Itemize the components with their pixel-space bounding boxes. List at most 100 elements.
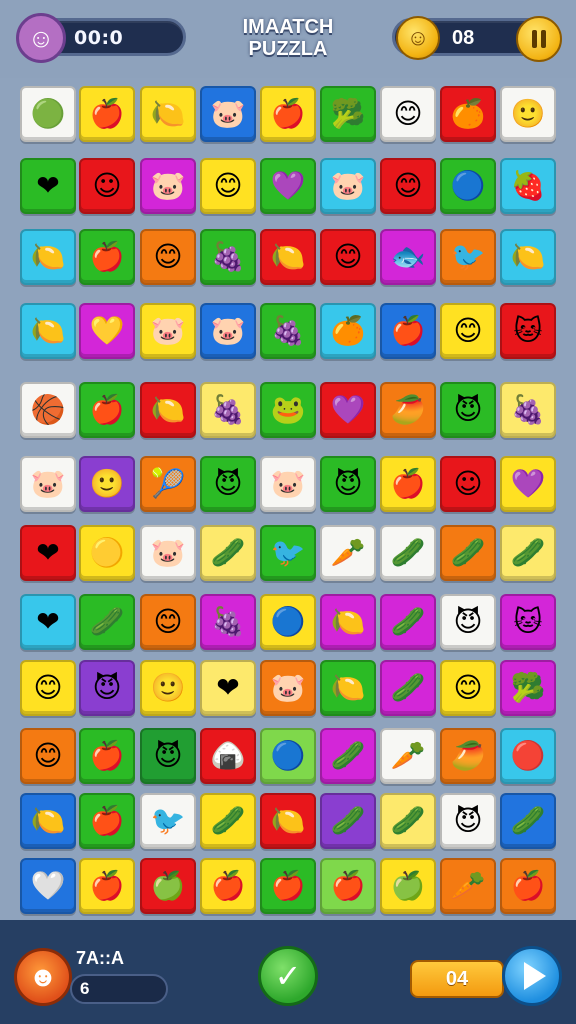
tile-r6-c5[interactable]: 🐷 bbox=[260, 456, 316, 512]
moves-counter[interactable]: 04 bbox=[410, 960, 504, 998]
tile-r4-c3[interactable]: 🐷 bbox=[140, 303, 196, 359]
tile-r7-c2[interactable]: 🟡 bbox=[79, 525, 135, 581]
tile-r5-c7[interactable]: 🥭 bbox=[380, 382, 436, 438]
tile-r3-c5[interactable]: 🍋 bbox=[260, 229, 316, 285]
tile-r2-c6[interactable]: 🐷 bbox=[320, 158, 376, 214]
tile-r2-c7[interactable]: 😊 bbox=[380, 158, 436, 214]
tile-r10-c3[interactable]: 😈 bbox=[140, 728, 196, 784]
tile-r8-c3[interactable]: 😊 bbox=[140, 594, 196, 650]
tile-r4-c2[interactable]: 💛 bbox=[79, 303, 135, 359]
tile-r1-c4[interactable]: 🐷 bbox=[200, 86, 256, 142]
tile-r12-c1[interactable]: 🤍 bbox=[20, 858, 76, 914]
tile-r10-c8[interactable]: 🥭 bbox=[440, 728, 496, 784]
tile-r5-c2[interactable]: 🍎 bbox=[79, 382, 135, 438]
tile-r12-c9[interactable]: 🍎 bbox=[500, 858, 556, 914]
tile-r12-c6[interactable]: 🍎 bbox=[320, 858, 376, 914]
tile-r4-c7[interactable]: 🍎 bbox=[380, 303, 436, 359]
checkmark-icon[interactable]: ✓ bbox=[258, 946, 318, 1006]
tile-r9-c4[interactable]: ❤ bbox=[200, 660, 256, 716]
tile-r5-c1[interactable]: 🏀 bbox=[20, 382, 76, 438]
tile-r2-c4[interactable]: 😊 bbox=[200, 158, 256, 214]
tile-r1-c1[interactable]: 🟢 bbox=[20, 86, 76, 142]
tile-r7-c7[interactable]: 🥒 bbox=[380, 525, 436, 581]
tile-r1-c3[interactable]: 🍋 bbox=[140, 86, 196, 142]
tile-r1-c5[interactable]: 🍎 bbox=[260, 86, 316, 142]
tile-r1-c6[interactable]: 🥦 bbox=[320, 86, 376, 142]
tile-r9-c8[interactable]: 😊 bbox=[440, 660, 496, 716]
tile-r5-c5[interactable]: 🐸 bbox=[260, 382, 316, 438]
tile-r4-c9[interactable]: 🐱 bbox=[500, 303, 556, 359]
tile-r6-c7[interactable]: 🍎 bbox=[380, 456, 436, 512]
tile-r2-c1[interactable]: ❤ bbox=[20, 158, 76, 214]
tile-r10-c5[interactable]: 🔵 bbox=[260, 728, 316, 784]
tile-r8-c6[interactable]: 🍋 bbox=[320, 594, 376, 650]
tile-r3-c4[interactable]: 🍇 bbox=[200, 229, 256, 285]
tile-r6-c6[interactable]: 😈 bbox=[320, 456, 376, 512]
tile-r5-c3[interactable]: 🍋 bbox=[140, 382, 196, 438]
tile-r9-c2[interactable]: 😈 bbox=[79, 660, 135, 716]
tile-r12-c5[interactable]: 🍎 bbox=[260, 858, 316, 914]
tile-r10-c1[interactable]: 😊 bbox=[20, 728, 76, 784]
tile-r7-c3[interactable]: 🐷 bbox=[140, 525, 196, 581]
tile-r11-c8[interactable]: 😈 bbox=[440, 793, 496, 849]
tile-r2-c5[interactable]: 💜 bbox=[260, 158, 316, 214]
play-icon[interactable] bbox=[502, 946, 562, 1006]
tile-r8-c5[interactable]: 🔵 bbox=[260, 594, 316, 650]
tile-r1-c2[interactable]: 🍎 bbox=[79, 86, 135, 142]
tile-r7-c9[interactable]: 🥒 bbox=[500, 525, 556, 581]
tile-r11-c3[interactable]: 🐦 bbox=[140, 793, 196, 849]
tile-r11-c9[interactable]: 🥒 bbox=[500, 793, 556, 849]
coin-pause-icon[interactable] bbox=[516, 16, 562, 62]
tile-r1-c7[interactable]: 😊 bbox=[380, 86, 436, 142]
tile-r12-c8[interactable]: 🥕 bbox=[440, 858, 496, 914]
tile-r2-c9[interactable]: 🍓 bbox=[500, 158, 556, 214]
tile-r9-c7[interactable]: 🥒 bbox=[380, 660, 436, 716]
tile-r6-c8[interactable]: ☺ bbox=[440, 456, 496, 512]
player-avatar-icon[interactable]: ☺ bbox=[16, 13, 66, 63]
tile-r11-c1[interactable]: 🍋 bbox=[20, 793, 76, 849]
tile-r9-c5[interactable]: 🐷 bbox=[260, 660, 316, 716]
tile-r3-c8[interactable]: 🐦 bbox=[440, 229, 496, 285]
tile-r5-c8[interactable]: 😈 bbox=[440, 382, 496, 438]
tile-r7-c4[interactable]: 🥒 bbox=[200, 525, 256, 581]
tile-r11-c2[interactable]: 🍎 bbox=[79, 793, 135, 849]
tile-r12-c3[interactable]: 🍏 bbox=[140, 858, 196, 914]
tile-r1-c9[interactable]: 🙂 bbox=[500, 86, 556, 142]
tile-r10-c6[interactable]: 🥒 bbox=[320, 728, 376, 784]
tile-r9-c6[interactable]: 🍋 bbox=[320, 660, 376, 716]
tile-r12-c4[interactable]: 🍎 bbox=[200, 858, 256, 914]
tile-r12-c2[interactable]: 🍎 bbox=[79, 858, 135, 914]
tile-r6-c1[interactable]: 🐷 bbox=[20, 456, 76, 512]
tile-r11-c4[interactable]: 🥒 bbox=[200, 793, 256, 849]
tile-r7-c5[interactable]: 🐦 bbox=[260, 525, 316, 581]
tile-r9-c9[interactable]: 🥦 bbox=[500, 660, 556, 716]
tile-r10-c2[interactable]: 🍎 bbox=[79, 728, 135, 784]
tile-r6-c4[interactable]: 😈 bbox=[200, 456, 256, 512]
tile-r8-c1[interactable]: ❤ bbox=[20, 594, 76, 650]
tile-r3-c7[interactable]: 🐟 bbox=[380, 229, 436, 285]
tile-r11-c7[interactable]: 🥒 bbox=[380, 793, 436, 849]
tile-r7-c6[interactable]: 🥕 bbox=[320, 525, 376, 581]
tile-r6-c3[interactable]: 🎾 bbox=[140, 456, 196, 512]
tile-r4-c1[interactable]: 🍋 bbox=[20, 303, 76, 359]
tile-r7-c1[interactable]: ❤ bbox=[20, 525, 76, 581]
tile-r2-c3[interactable]: 🐷 bbox=[140, 158, 196, 214]
tile-r4-c4[interactable]: 🐷 bbox=[200, 303, 256, 359]
tile-r3-c2[interactable]: 🍎 bbox=[79, 229, 135, 285]
tile-r3-c1[interactable]: 🍋 bbox=[20, 229, 76, 285]
tile-r2-c8[interactable]: 🔵 bbox=[440, 158, 496, 214]
tile-r5-c6[interactable]: 💜 bbox=[320, 382, 376, 438]
tile-r8-c9[interactable]: 🐱 bbox=[500, 594, 556, 650]
tile-r9-c3[interactable]: 🙂 bbox=[140, 660, 196, 716]
tile-r10-c4[interactable]: 🍙 bbox=[200, 728, 256, 784]
tile-r4-c5[interactable]: 🍇 bbox=[260, 303, 316, 359]
tile-r12-c7[interactable]: 🍏 bbox=[380, 858, 436, 914]
tile-r6-c2[interactable]: 🙂 bbox=[79, 456, 135, 512]
tile-r3-c6[interactable]: 😊 bbox=[320, 229, 376, 285]
tile-r2-c2[interactable]: ☺ bbox=[79, 158, 135, 214]
tile-r10-c9[interactable]: 🔴 bbox=[500, 728, 556, 784]
tile-r8-c8[interactable]: 😈 bbox=[440, 594, 496, 650]
tile-r3-c3[interactable]: 😊 bbox=[140, 229, 196, 285]
tile-r5-c4[interactable]: 🍇 bbox=[200, 382, 256, 438]
tile-r5-c9[interactable]: 🍇 bbox=[500, 382, 556, 438]
